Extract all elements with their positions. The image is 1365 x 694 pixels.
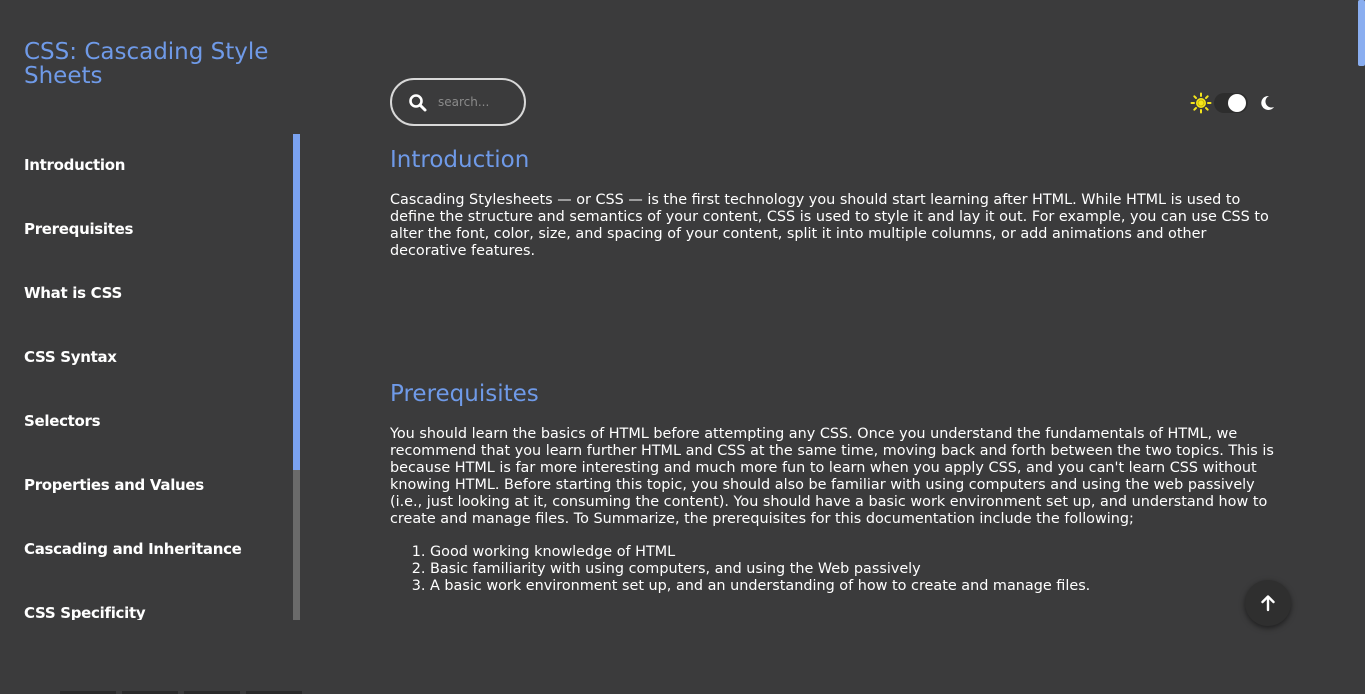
bottom-tab-strip — [60, 690, 310, 694]
section-heading: Introduction — [390, 147, 530, 173]
arrow-up-icon — [1261, 595, 1275, 612]
prerequisites-list: Good working knowledge of HTML Basic fam… — [390, 544, 1090, 595]
page-scrollbar-track[interactable] — [1357, 0, 1365, 694]
list-item: A basic work environment set up, and an … — [430, 578, 1090, 595]
sun-icon[interactable] — [1190, 92, 1212, 114]
theme-toggle[interactable] — [1190, 90, 1280, 116]
search-box[interactable] — [390, 78, 526, 126]
search-input[interactable] — [436, 92, 520, 112]
nav-item-introduction[interactable]: Introduction — [24, 156, 125, 174]
sidebar-scrollbar-thumb[interactable] — [293, 134, 300, 470]
nav-item-css-syntax[interactable]: CSS Syntax — [24, 348, 117, 366]
list-item: Good working knowledge of HTML — [430, 544, 1090, 561]
nav-item-selectors[interactable]: Selectors — [24, 412, 101, 430]
list-item: Basic familiarity with using computers, … — [430, 561, 1090, 578]
back-to-top-button[interactable] — [1245, 580, 1291, 626]
search-icon[interactable] — [408, 93, 428, 113]
nav-item-css-specificity[interactable]: CSS Specificity — [24, 604, 146, 620]
site-title: CSS: Cascading Style Sheets — [24, 39, 269, 89]
nav-list: Introduction Prerequisites What is CSS C… — [0, 134, 300, 620]
moon-icon[interactable] — [1258, 94, 1276, 112]
section-paragraph: You should learn the basics of HTML befo… — [390, 426, 1274, 527]
nav-item-prerequisites[interactable]: Prerequisites — [24, 220, 133, 238]
page-scrollbar-thumb[interactable] — [1358, 0, 1365, 66]
sidebar: CSS: Cascading Style Sheets Introduction… — [0, 0, 302, 694]
nav-item-what-is-css[interactable]: What is CSS — [24, 284, 122, 302]
nav-item-properties-and-values[interactable]: Properties and Values — [24, 476, 204, 494]
theme-switch[interactable] — [1214, 93, 1248, 113]
section-paragraph: Cascading Stylesheets — or CSS — is the … — [390, 192, 1269, 259]
theme-switch-knob[interactable] — [1228, 94, 1246, 112]
nav-item-cascading-and-inheritance[interactable]: Cascading and Inheritance — [24, 540, 242, 558]
section-heading: Prerequisites — [390, 381, 539, 407]
